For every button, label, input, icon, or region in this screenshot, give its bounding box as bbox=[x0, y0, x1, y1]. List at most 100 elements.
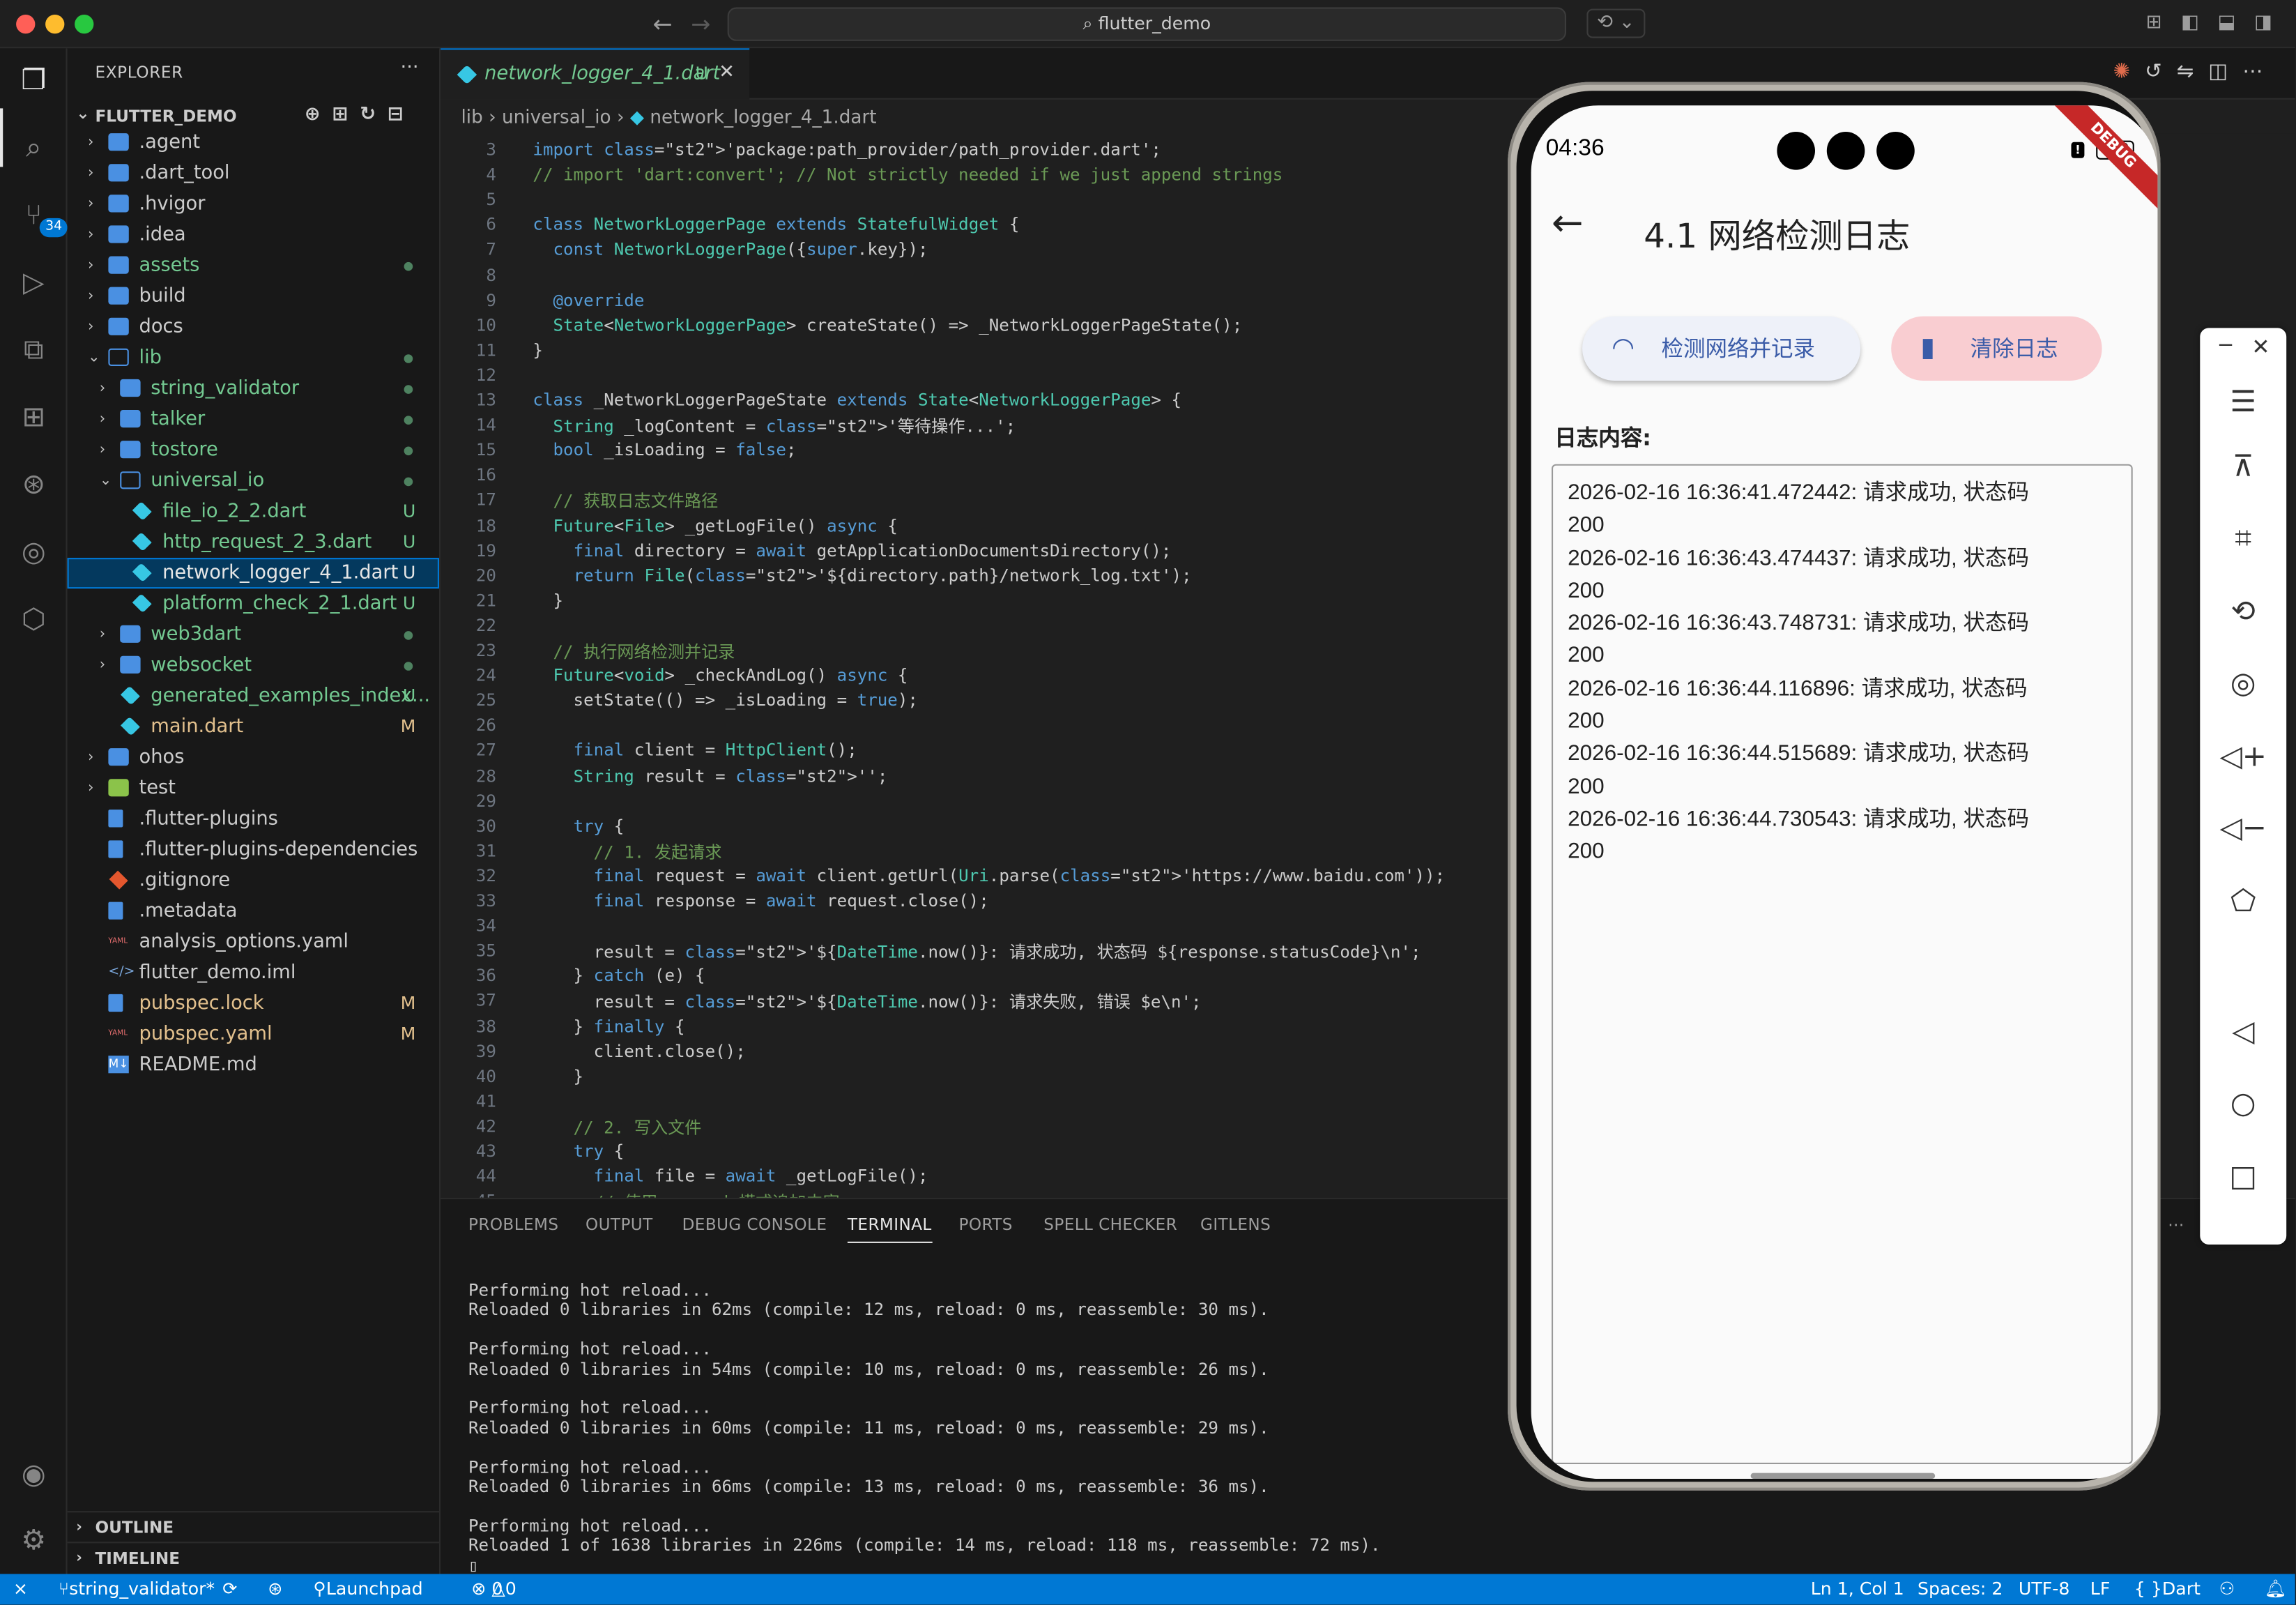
editor-actions[interactable]: ✺↺⇋◫⋯ bbox=[2113, 60, 2277, 84]
tab-network-logger[interactable]: network_logger_4_1.dart U ✕ bbox=[441, 48, 750, 100]
code-line[interactable]: bool _isLoading = false; bbox=[533, 439, 797, 459]
code-line[interactable]: String _logContent = class="st2">'等待操作..… bbox=[533, 414, 1016, 438]
tree-folder[interactable]: ⌄ lib bbox=[68, 342, 439, 373]
tree-folder[interactable]: › docs bbox=[68, 312, 439, 342]
minimize-window-button[interactable] bbox=[45, 15, 65, 34]
code-line[interactable]: result = class="st2">'${DateTime.now()}:… bbox=[533, 941, 1421, 964]
code-line[interactable]: // 2. 写入文件 bbox=[533, 1116, 702, 1139]
home-nav-icon[interactable]: ○ bbox=[2200, 1085, 2286, 1120]
new-folder-icon[interactable]: ⊞ bbox=[332, 104, 360, 126]
encoding[interactable]: UTF-8 bbox=[2019, 1574, 2069, 1605]
breadcrumb-lib[interactable]: lib bbox=[461, 105, 483, 128]
code-line[interactable]: final file = await _getLogFile(); bbox=[533, 1166, 928, 1186]
more-actions-icon[interactable]: ⋯ bbox=[2168, 1215, 2184, 1234]
explorer-icon[interactable]: ❐ bbox=[13, 60, 54, 101]
tree-folder[interactable]: › build bbox=[68, 281, 439, 312]
explorer-actions[interactable]: ⊕⊞↻⊟ bbox=[305, 104, 415, 126]
tree-folder[interactable]: › ohos bbox=[68, 743, 439, 773]
run-debug-icon[interactable]: ▷ bbox=[13, 262, 54, 303]
close-window-button[interactable] bbox=[16, 15, 36, 34]
tree-folder[interactable]: › assets bbox=[68, 250, 439, 281]
tree-file[interactable]: pubspec.lock M bbox=[68, 988, 439, 1019]
code-line[interactable]: final response = await request.close(); bbox=[533, 890, 989, 911]
code-line[interactable]: // 1. 发起请求 bbox=[533, 840, 722, 864]
outline-section[interactable]: › OUTLINE bbox=[67, 1511, 441, 1542]
screenshot-icon[interactable]: ⊼ bbox=[2200, 448, 2286, 483]
log-content-box[interactable]: 2026-02-16 16:36:41.472442: 请求成功, 状态码 200… bbox=[1552, 464, 2133, 1464]
tree-folder[interactable]: › .idea bbox=[68, 220, 439, 250]
code-line[interactable]: Future<void> _checkAndLog() async { bbox=[533, 665, 908, 685]
problems-status[interactable]: ⊗ 0 △ 0 bbox=[471, 1574, 516, 1605]
code-line[interactable]: @override bbox=[533, 289, 645, 310]
branch-status[interactable]: ⑂ string_validator* bbox=[59, 1574, 215, 1605]
tree-file[interactable]: network_logger_4_1.dart U bbox=[67, 558, 440, 589]
tree-file[interactable]: main.dart M bbox=[68, 712, 439, 743]
tree-file[interactable]: M↓ README.md bbox=[68, 1050, 439, 1081]
tree-folder[interactable]: › test bbox=[68, 773, 439, 804]
gear-icon[interactable]: ⚙ bbox=[13, 1520, 54, 1561]
more-actions-icon[interactable]: ⋯ bbox=[2242, 60, 2277, 84]
notifications-icon[interactable]: 🔔︎ bbox=[2265, 1574, 2287, 1605]
record-icon[interactable]: ◎ bbox=[2200, 664, 2286, 699]
account-icon[interactable]: ◉ bbox=[13, 1454, 54, 1495]
tree-folder[interactable]: › tostore bbox=[68, 435, 439, 466]
back-nav-icon[interactable]: ◁ bbox=[2200, 1013, 2286, 1048]
tree-folder[interactable]: › string_validator bbox=[68, 374, 439, 404]
code-line[interactable]: return File(class="st2">'${directory.pat… bbox=[533, 565, 1192, 585]
containers-icon[interactable]: ⬡ bbox=[13, 599, 54, 640]
recent-apps-icon[interactable]: □ bbox=[2200, 1158, 2286, 1193]
crop-icon[interactable]: ⌗ bbox=[2200, 519, 2286, 554]
code-editor[interactable]: 3 import class="st2">'package:path_provid… bbox=[441, 133, 1509, 1197]
tree-folder[interactable]: ⌄ universal_io bbox=[68, 466, 439, 496]
breadcrumb-universal-io[interactable]: universal_io bbox=[502, 105, 611, 128]
tree-folder[interactable]: › web3dart bbox=[68, 619, 439, 650]
tree-folder[interactable]: › talker bbox=[68, 404, 439, 435]
tree-folder[interactable]: › .hvigor bbox=[68, 189, 439, 220]
remote-icon[interactable]: ⨯ bbox=[13, 1574, 28, 1605]
tab-ports[interactable]: PORTS bbox=[958, 1215, 1012, 1234]
toggle-sidebar-icon[interactable]: ◧ bbox=[2181, 12, 2199, 34]
tree-file[interactable]: .metadata bbox=[68, 896, 439, 927]
flutter-icon[interactable]: ✺ bbox=[2113, 60, 2145, 84]
tree-folder[interactable]: › .agent bbox=[68, 128, 439, 158]
tab-problems[interactable]: PROBLEMS bbox=[468, 1215, 558, 1234]
tree-file[interactable]: platform_check_2_1.dart U bbox=[68, 588, 439, 619]
breadcrumb[interactable]: lib › universal_io › ◆ network_logger_4_… bbox=[461, 101, 877, 133]
terminal-output[interactable]: Performing hot reload... Reloaded 0 libr… bbox=[468, 1280, 1381, 1575]
launchpad-status[interactable]: ⚲ Launchpad bbox=[313, 1574, 422, 1605]
phone-screen[interactable]: 04:36 ! 100 DEBUG ← 4.1 网络检测日志 ◠ 检测网络并记录… bbox=[1531, 105, 2158, 1480]
rotate-icon[interactable]: ⟲ bbox=[2200, 593, 2286, 627]
code-line[interactable]: class _NetworkLoggerPageState extends St… bbox=[533, 390, 1181, 410]
tab-gitlens[interactable]: GITLENS bbox=[1200, 1215, 1271, 1234]
copilot-icon[interactable]: ⟲ ⌄ bbox=[1586, 8, 1646, 38]
rotate-device-icon[interactable]: ⬠ bbox=[2200, 883, 2286, 918]
tab-output[interactable]: OUTPUT bbox=[586, 1215, 653, 1234]
code-line[interactable]: Future<File> _getLogFile() async { bbox=[533, 515, 898, 535]
timeline-section[interactable]: › TIMELINE bbox=[67, 1542, 441, 1572]
check-network-button[interactable]: ◠ 检测网络并记录 bbox=[1582, 316, 1861, 381]
remote-explorer-icon[interactable]: ⧉ bbox=[13, 329, 54, 370]
workspace-root[interactable]: ⌄ FLUTTER_DEMO ⊕⊞↻⊟ bbox=[73, 101, 439, 130]
back-arrow-icon[interactable]: ← bbox=[1552, 202, 1584, 246]
sync-icon[interactable]: ⟳ bbox=[222, 1574, 237, 1605]
tree-file[interactable]: </> flutter_demo.iml bbox=[68, 957, 439, 988]
code-line[interactable]: // 获取日志文件路径 bbox=[533, 489, 718, 513]
customize-layout-icon[interactable]: ⊞ bbox=[2146, 12, 2162, 34]
split-editor-icon[interactable]: ◫ bbox=[2208, 60, 2242, 84]
tree-folder[interactable]: › websocket bbox=[68, 650, 439, 680]
home-indicator[interactable] bbox=[1750, 1473, 1936, 1479]
history-icon[interactable]: ↺ bbox=[2145, 60, 2177, 84]
tree-folder[interactable]: › .dart_tool bbox=[68, 158, 439, 189]
close-icon[interactable]: ✕ bbox=[719, 61, 735, 84]
breadcrumb-file[interactable]: network_logger_4_1.dart bbox=[650, 105, 876, 128]
tab-debug-console[interactable]: DEBUG CONSOLE bbox=[682, 1215, 827, 1234]
compare-icon[interactable]: ⇋ bbox=[2177, 60, 2209, 84]
code-line[interactable]: } catch (e) { bbox=[533, 966, 705, 986]
volume-up-icon[interactable]: ◁+ bbox=[2200, 738, 2286, 773]
code-line[interactable]: // 执行网络检测并记录 bbox=[533, 640, 735, 664]
extensions-icon[interactable]: ⊞ bbox=[13, 397, 54, 438]
more-actions-icon[interactable]: ··· bbox=[401, 57, 419, 79]
tree-file[interactable]: .gitignore bbox=[68, 865, 439, 896]
copilot-status-icon[interactable]: ⚇ bbox=[2219, 1574, 2235, 1605]
code-line[interactable]: String result = class="st2">''; bbox=[533, 765, 888, 785]
